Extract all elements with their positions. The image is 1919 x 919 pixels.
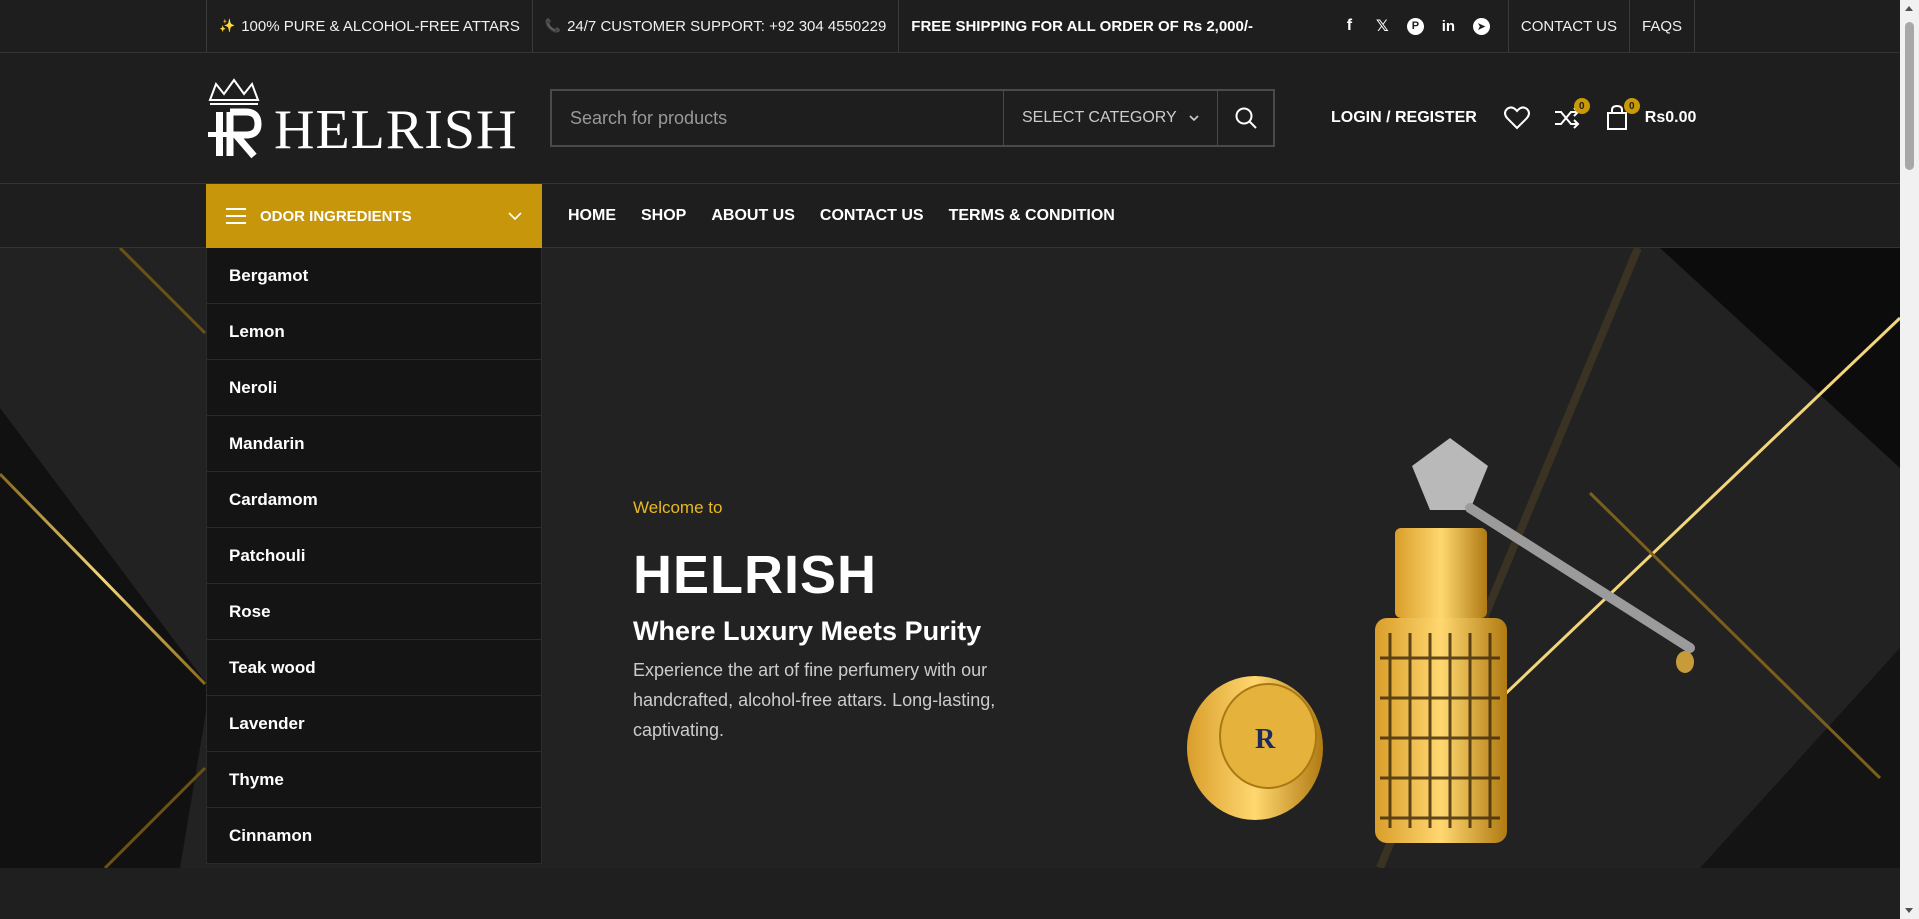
main-nav: HOME SHOP ABOUT US CONTACT US TERMS & CO… [568, 184, 1115, 248]
compare-button[interactable]: 0 [1553, 98, 1590, 132]
category-item-mandarin[interactable]: Mandarin [207, 416, 541, 472]
category-item-cardamom[interactable]: Cardamom [207, 472, 541, 528]
nav-terms[interactable]: TERMS & CONDITION [949, 207, 1115, 225]
top-contact-label[interactable]: CONTACT US [1521, 18, 1617, 35]
purity-notice: ✨ 100% PURE & ALCOHOL-FREE ATTARS [206, 0, 532, 52]
hero-welcome: Welcome to [633, 498, 723, 517]
category-item-bergamot[interactable]: Bergamot [207, 248, 541, 304]
top-bar: ✨ 100% PURE & ALCOHOL-FREE ATTARS 📞 24/7… [0, 0, 1900, 53]
top-contact-link[interactable]: CONTACT US [1507, 0, 1629, 52]
chevron-down-icon [1189, 115, 1199, 121]
compare-count-badge: 0 [1573, 98, 1590, 114]
shipping-text: FREE SHIPPING FOR ALL ORDER OF Rs 2,000/… [911, 17, 1254, 35]
category-select[interactable]: SELECT CATEGORY [1003, 91, 1217, 145]
shipping-notice: FREE SHIPPING FOR ALL ORDER OF Rs 2,000/… [898, 0, 1265, 52]
scroll-down-arrow-icon[interactable] [1905, 908, 1913, 913]
top-faqs-link[interactable]: FAQS [1628, 0, 1695, 52]
logo-wordmark: HELRISH [274, 99, 518, 161]
search-button[interactable] [1217, 91, 1273, 145]
hero-content: Welcome to HELRISH Where Luxury Meets Pu… [633, 498, 1053, 745]
category-select-label: SELECT CATEGORY [1022, 109, 1177, 126]
search-icon [1235, 107, 1257, 129]
top-faqs-label[interactable]: FAQS [1642, 18, 1682, 35]
site-logo[interactable]: HELRISH [206, 78, 517, 160]
category-item-rose[interactable]: Rose [207, 584, 541, 640]
category-item-lemon[interactable]: Lemon [207, 304, 541, 360]
scroll-up-arrow-icon[interactable] [1905, 6, 1913, 11]
social-links: f 𝕏 P in ➤ [1323, 0, 1508, 52]
svg-text:R: R [1255, 724, 1276, 755]
odor-ingredients-label: ODOR INGREDIENTS [260, 207, 412, 225]
nav-contact-us[interactable]: CONTACT US [820, 207, 924, 225]
page-bottom [0, 868, 1900, 919]
pinterest-icon[interactable]: P [1406, 17, 1424, 35]
scrollbar-thumb[interactable] [1905, 22, 1914, 170]
search-bar: SELECT CATEGORY [550, 89, 1275, 147]
cart-total[interactable]: Rs0.00 [1645, 109, 1697, 127]
cart-button[interactable]: 0 [1603, 98, 1640, 132]
vertical-scrollbar[interactable] [1900, 0, 1919, 919]
linkedin-icon[interactable]: in [1440, 18, 1457, 35]
support-notice: 📞 24/7 CUSTOMER SUPPORT: +92 304 4550229 [531, 0, 898, 52]
login-register-link[interactable]: LOGIN / REGISTER [1331, 109, 1477, 127]
odor-ingredients-toggle[interactable]: ODOR INGREDIENTS [206, 184, 542, 248]
purity-text: 100% PURE & ALCOHOL-FREE ATTARS [241, 17, 520, 35]
odor-ingredients-menu: Bergamot Lemon Neroli Mandarin Cardamom … [206, 248, 542, 864]
category-item-cinnamon[interactable]: Cinnamon [207, 808, 541, 864]
cart-count-badge: 0 [1623, 98, 1640, 114]
menu-icon [226, 208, 246, 224]
hero-description: Experience the art of fine perfumery wit… [633, 660, 996, 740]
support-text: 24/7 CUSTOMER SUPPORT: +92 304 4550229 [567, 17, 887, 35]
nav-home[interactable]: HOME [568, 207, 616, 225]
wishlist-button[interactable] [1503, 104, 1531, 132]
hero-brand: HELRISH [633, 545, 878, 605]
category-item-lavender[interactable]: Lavender [207, 696, 541, 752]
nav-row: ODOR INGREDIENTS HOME SHOP ABOUT US CONT… [0, 184, 1900, 248]
category-item-neroli[interactable]: Neroli [207, 360, 541, 416]
x-icon[interactable]: 𝕏 [1374, 18, 1391, 35]
search-input[interactable] [552, 91, 1003, 145]
header-actions: LOGIN / REGISTER 0 0 Rs0.00 [1331, 98, 1697, 136]
sparkle-icon: ✨ [219, 18, 236, 33]
telegram-icon[interactable]: ➤ [1472, 17, 1490, 35]
chevron-down-icon [508, 212, 522, 220]
category-item-teak-wood[interactable]: Teak wood [207, 640, 541, 696]
category-item-patchouli[interactable]: Patchouli [207, 528, 541, 584]
nav-shop[interactable]: SHOP [641, 207, 686, 225]
nav-about-us[interactable]: ABOUT US [711, 207, 795, 225]
category-item-thyme[interactable]: Thyme [207, 752, 541, 808]
hero-tagline: Where Luxury Meets Purity [633, 616, 982, 646]
facebook-icon[interactable]: f [1341, 17, 1358, 35]
phone-icon: 📞 [544, 18, 562, 33]
heart-icon [1503, 106, 1530, 130]
logo-monogram-icon [208, 78, 262, 159]
